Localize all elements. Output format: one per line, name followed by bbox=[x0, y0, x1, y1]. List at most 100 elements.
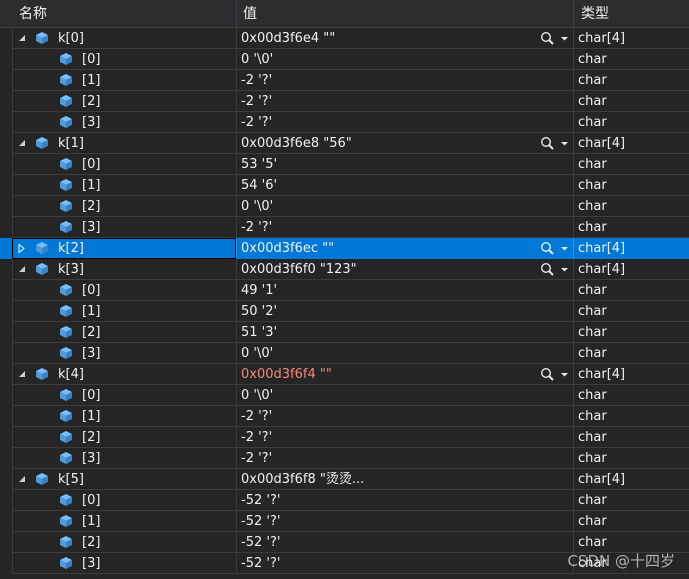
watch-row-parent[interactable]: k[5] 0x00d3f6f8 "烫烫... char[4] bbox=[0, 469, 689, 490]
collapse-triangle-icon[interactable] bbox=[16, 133, 28, 154]
value-cell[interactable]: -2 '?' bbox=[236, 448, 574, 469]
grid-line bbox=[236, 301, 237, 322]
watch-row-child[interactable]: [0] -52 '?' char bbox=[0, 490, 689, 511]
value-cell[interactable]: -52 '?' bbox=[236, 553, 574, 574]
value-cell[interactable]: -2 '?' bbox=[236, 70, 574, 91]
value-cell[interactable]: 0x00d3f6f0 "123" bbox=[236, 259, 574, 280]
watch-row-child[interactable]: [1] 50 '2' char bbox=[0, 301, 689, 322]
type-cell: char bbox=[578, 178, 607, 193]
watch-row-child[interactable]: [2] -2 '?' char bbox=[0, 91, 689, 112]
value-cell[interactable]: -2 '?' bbox=[236, 91, 574, 112]
value-cell[interactable]: 0 '\0' bbox=[236, 49, 574, 70]
grid-line bbox=[573, 406, 574, 427]
watch-row-child[interactable]: [2] 51 '3' char bbox=[0, 322, 689, 343]
value-cell[interactable]: -2 '?' bbox=[236, 406, 574, 427]
grid-line bbox=[573, 385, 574, 406]
value-cell[interactable]: 50 '2' bbox=[236, 301, 574, 322]
grid-line bbox=[12, 490, 13, 511]
watch-row-child[interactable]: [0] 53 '5' char bbox=[0, 154, 689, 175]
column-header-value[interactable]: 值 bbox=[236, 0, 574, 28]
value-cell[interactable]: -52 '?' bbox=[236, 511, 574, 532]
column-header-name[interactable]: 名称 bbox=[12, 0, 236, 28]
variable-value: -2 '?' bbox=[241, 94, 273, 109]
watch-row-child[interactable]: [3] 0 '\0' char bbox=[0, 343, 689, 364]
grid-line bbox=[12, 532, 13, 553]
watch-row-child[interactable]: [3] -2 '?' char bbox=[0, 217, 689, 238]
grid-line bbox=[236, 469, 237, 490]
watch-row-child[interactable]: [2] -2 '?' char bbox=[0, 427, 689, 448]
collapse-triangle-icon[interactable] bbox=[16, 469, 28, 490]
grid-line bbox=[236, 112, 237, 133]
name-cell: [2] bbox=[0, 532, 236, 553]
value-cell[interactable]: -2 '?' bbox=[236, 112, 574, 133]
text-visualizer-magnifier-icon[interactable] bbox=[540, 28, 570, 49]
watch-row-child[interactable]: [0] 0 '\0' char bbox=[0, 49, 689, 70]
value-cell[interactable]: 49 '1' bbox=[236, 280, 574, 301]
text-visualizer-magnifier-icon[interactable] bbox=[540, 364, 570, 385]
variable-value: 0x00d3f6f8 "烫烫... bbox=[241, 472, 365, 487]
variable-cube-icon bbox=[35, 472, 49, 486]
value-cell[interactable]: -2 '?' bbox=[236, 217, 574, 238]
watch-row-parent[interactable]: k[0] 0x00d3f6e4 "" char[4] bbox=[0, 28, 689, 49]
watch-row-child[interactable]: [2] 0 '\0' char bbox=[0, 196, 689, 217]
collapse-triangle-icon[interactable] bbox=[16, 364, 28, 385]
variable-name: [2] bbox=[82, 325, 101, 340]
variable-cube-icon bbox=[59, 409, 73, 423]
name-cell: [3] bbox=[0, 112, 236, 133]
grid-line bbox=[573, 301, 574, 322]
name-cell: [1] bbox=[0, 70, 236, 91]
grid-line bbox=[236, 196, 237, 217]
column-header-type[interactable]: 类型 bbox=[574, 0, 689, 28]
value-cell[interactable]: 54 '6' bbox=[236, 175, 574, 196]
text-visualizer-magnifier-icon[interactable] bbox=[540, 133, 570, 154]
watch-row-child[interactable]: [1] 54 '6' char bbox=[0, 175, 689, 196]
grid-line bbox=[573, 259, 574, 280]
type-cell: char bbox=[578, 52, 607, 67]
collapse-triangle-icon[interactable] bbox=[16, 28, 28, 49]
grid-line bbox=[236, 343, 237, 364]
watch-row-child[interactable]: [3] -2 '?' char bbox=[0, 448, 689, 469]
variable-name: [1] bbox=[82, 304, 101, 319]
value-cell[interactable]: 0 '\0' bbox=[236, 343, 574, 364]
grid-line bbox=[12, 301, 13, 322]
text-visualizer-magnifier-icon[interactable] bbox=[540, 238, 570, 259]
value-cell[interactable]: -2 '?' bbox=[236, 427, 574, 448]
name-cell: [3] bbox=[0, 343, 236, 364]
collapse-triangle-icon[interactable] bbox=[16, 259, 28, 280]
watch-row-child[interactable]: [1] -2 '?' char bbox=[0, 406, 689, 427]
watch-row-child[interactable]: [1] -52 '?' char bbox=[0, 511, 689, 532]
variable-name: [2] bbox=[82, 535, 101, 550]
variable-name: k[5] bbox=[58, 472, 84, 487]
grid-line bbox=[12, 406, 13, 427]
value-cell[interactable]: 0x00d3f6f4 "" bbox=[236, 364, 574, 385]
value-cell[interactable]: 0x00d3f6e8 "56" bbox=[236, 133, 574, 154]
variable-cube-icon bbox=[59, 157, 73, 171]
value-cell[interactable]: -52 '?' bbox=[236, 490, 574, 511]
watch-row-parent[interactable]: k[1] 0x00d3f6e8 "56" char[4] bbox=[0, 133, 689, 154]
variable-cube-icon bbox=[59, 556, 73, 570]
value-cell[interactable]: 53 '5' bbox=[236, 154, 574, 175]
watch-row-child[interactable]: [0] 0 '\0' char bbox=[0, 385, 689, 406]
watch-row-parent[interactable]: k[3] 0x00d3f6f0 "123" char[4] bbox=[0, 259, 689, 280]
variable-name: [0] bbox=[82, 52, 101, 67]
value-cell[interactable]: 0x00d3f6e4 "" bbox=[236, 28, 574, 49]
watch-row-child[interactable]: [3] -2 '?' char bbox=[0, 112, 689, 133]
grid-line bbox=[12, 259, 13, 280]
value-cell[interactable]: -52 '?' bbox=[236, 532, 574, 553]
value-cell[interactable]: 0 '\0' bbox=[236, 196, 574, 217]
type-cell: char[4] bbox=[578, 367, 626, 382]
text-visualizer-magnifier-icon[interactable] bbox=[540, 259, 570, 280]
value-cell[interactable]: 51 '3' bbox=[236, 322, 574, 343]
grid-line bbox=[573, 91, 574, 112]
value-cell[interactable]: 0 '\0' bbox=[236, 385, 574, 406]
watch-row-parent[interactable]: k[2] 0x00d3f6ec "" char[4] bbox=[0, 238, 689, 259]
value-cell[interactable]: 0x00d3f6ec "" bbox=[236, 238, 574, 259]
grid-line bbox=[236, 70, 237, 91]
type-cell: char bbox=[578, 115, 607, 130]
watch-row-parent[interactable]: k[4] 0x00d3f6f4 "" char[4] bbox=[0, 364, 689, 385]
watch-row-child[interactable]: [0] 49 '1' char bbox=[0, 280, 689, 301]
type-cell: char bbox=[578, 430, 607, 445]
variable-value: 0 '\0' bbox=[241, 346, 274, 361]
watch-row-child[interactable]: [1] -2 '?' char bbox=[0, 70, 689, 91]
value-cell[interactable]: 0x00d3f6f8 "烫烫... bbox=[236, 469, 574, 490]
